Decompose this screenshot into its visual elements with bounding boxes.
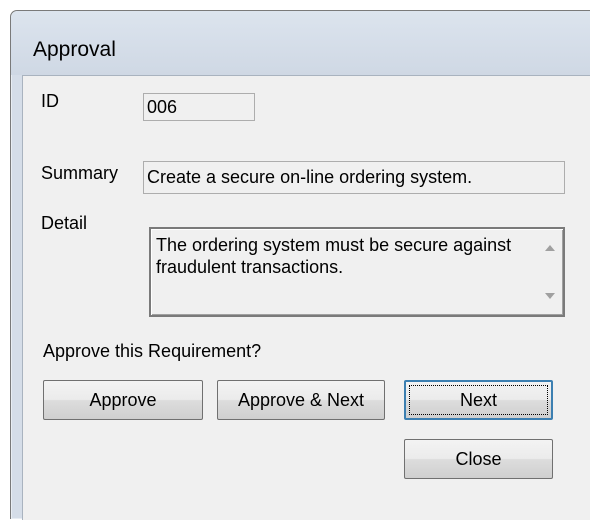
- close-button[interactable]: Close: [404, 439, 553, 479]
- approve-next-button-label: Approve & Next: [237, 389, 365, 410]
- dialog-body: ID 006 Summary Create a secure on-line o…: [22, 75, 590, 520]
- approve-next-button[interactable]: Approve & Next: [217, 380, 385, 420]
- detail-label: Detail: [41, 213, 88, 233]
- detail-textarea[interactable]: The ordering system must be secure again…: [149, 227, 565, 317]
- scroll-up-arrow-icon[interactable]: [545, 245, 555, 251]
- detail-scrollbar[interactable]: [539, 231, 561, 313]
- focus-rectangle: [409, 385, 548, 415]
- approve-prompt: Approve this Requirement?: [43, 341, 262, 361]
- approve-button-label: Approve: [89, 389, 157, 410]
- approve-button[interactable]: Approve: [43, 380, 203, 420]
- summary-field[interactable]: Create a secure on-line ordering system.: [143, 161, 565, 194]
- id-label: ID: [41, 91, 59, 111]
- summary-value: Create a secure on-line ordering system.: [147, 167, 473, 187]
- next-button[interactable]: Next: [404, 380, 553, 420]
- summary-label: Summary: [41, 163, 119, 183]
- id-value: 006: [147, 97, 178, 117]
- scroll-down-arrow-icon[interactable]: [545, 293, 555, 299]
- title-bar[interactable]: Approval: [11, 11, 590, 75]
- approval-dialog: Approval ID 006 Summary Create a secure …: [10, 10, 590, 520]
- id-field[interactable]: 006: [143, 93, 255, 121]
- detail-value: The ordering system must be secure again…: [156, 235, 512, 277]
- window-title: Approval: [33, 38, 116, 61]
- close-button-label: Close: [455, 448, 502, 469]
